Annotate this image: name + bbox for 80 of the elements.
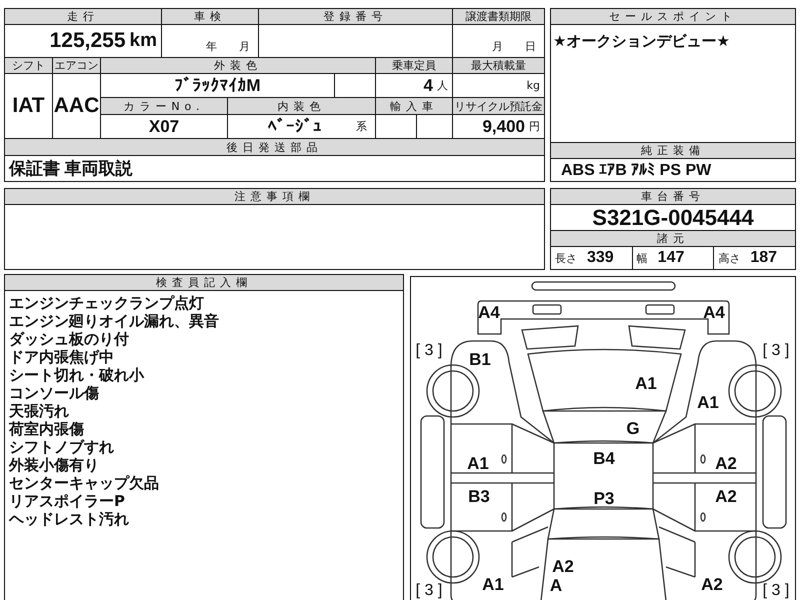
- column-header: 譲渡書類期限: [453, 9, 544, 24]
- table-cell: X07: [101, 115, 227, 138]
- section-header: セールスポイント: [551, 9, 795, 25]
- damage-code: A1: [467, 454, 489, 473]
- column-header: シフト: [5, 58, 52, 73]
- mileage-value: 125,255: [50, 29, 126, 53]
- damage-code: A2: [552, 557, 574, 576]
- unit-label: km: [130, 30, 157, 52]
- inspector-note: 外装小傷有り: [9, 456, 100, 474]
- unit-label: 円: [529, 119, 540, 134]
- inspector-note: シート切れ・破れ小: [9, 366, 146, 384]
- table-cell: IAT: [5, 74, 52, 138]
- interior-color-value: ﾍﾞｰｼﾞｭ: [268, 116, 322, 136]
- recycling-fee-value: 9,400: [482, 116, 525, 136]
- damage-code: B1: [469, 350, 491, 369]
- damage-code: A2: [701, 575, 723, 594]
- section-header: 車台番号: [551, 189, 795, 205]
- column-header: 登録番号: [259, 9, 452, 24]
- spec-label: 高さ: [718, 250, 740, 266]
- column-header: 車検: [162, 9, 258, 24]
- damage-code: A: [550, 576, 562, 595]
- damage-code: B4: [593, 449, 615, 468]
- tire-grade: [ 3 ]: [416, 582, 442, 599]
- table-cell: ﾌﾞﾗｯｸﾏｲｶM: [101, 74, 334, 97]
- capacity-value: 4: [424, 76, 433, 96]
- inspector-note: エンジンチェックランプ点灯: [9, 294, 205, 312]
- damage-code: B3: [468, 487, 490, 506]
- tire-grade: [ 3 ]: [762, 342, 790, 359]
- inspector-note: センターキャップ欠品: [9, 474, 160, 492]
- column-header: リサイクル預託金: [453, 98, 544, 114]
- inspector-note: シフトノブすれ: [9, 438, 115, 456]
- column-header: 輸入車: [376, 98, 452, 114]
- inspector-note: ドア内張焦げ中: [9, 348, 115, 366]
- damage-code: G: [626, 419, 640, 438]
- column-header: 外装色: [101, 58, 375, 73]
- tire-grade: [ 3 ]: [762, 582, 790, 599]
- inspector-note: エンジン廻りオイル漏れ、異音: [9, 312, 220, 330]
- spec-value: 187: [750, 249, 778, 267]
- spec-value: 339: [587, 249, 614, 267]
- column-header: 最大積載量: [453, 58, 544, 73]
- unit-label: 系: [356, 119, 367, 134]
- section-header: 検査員記入欄: [5, 275, 403, 291]
- inspector-note: 荷室内張傷: [9, 420, 85, 438]
- inspector-note: 天張汚れ: [9, 402, 70, 420]
- damage-code: A2: [715, 454, 737, 473]
- inspector-note: リアスポイラーP: [9, 492, 126, 510]
- tire-grade: [ 3 ]: [416, 342, 442, 359]
- damage-code: A1: [635, 374, 657, 393]
- unit-label: 月: [492, 39, 503, 54]
- damage-code: A4: [478, 303, 500, 322]
- unit-label: 人: [437, 78, 448, 93]
- equipment-list: ABS ｴｱB ｱﾙﾐ PS PW: [551, 159, 795, 181]
- damage-code: A4: [703, 303, 725, 322]
- unit-label: 日: [525, 39, 536, 54]
- spec-value: 147: [658, 249, 684, 267]
- unit-label: 月: [239, 39, 250, 54]
- spec-label: 長さ: [555, 250, 577, 266]
- section-header: 注意事項欄: [5, 189, 544, 205]
- sales-point-text: ★オークションデビュー★: [553, 32, 730, 50]
- damage-code: A2: [715, 487, 737, 506]
- column-header: 走行: [5, 9, 161, 24]
- inspector-note: ヘッドレスト汚れ: [9, 510, 130, 528]
- spec-label: 幅: [636, 250, 648, 266]
- section-header: 諸元: [551, 230, 795, 247]
- column-header: 乗車定員: [376, 58, 452, 73]
- unit-label: 年: [206, 39, 217, 54]
- table-cell: AAC: [53, 74, 100, 138]
- inspector-note: コンソール傷: [9, 384, 100, 402]
- section-header: 純正装備: [551, 142, 795, 159]
- damage-code: A1: [482, 575, 504, 594]
- chassis-number: S321G-0045444: [591, 205, 755, 230]
- section-header: 後日発送部品: [5, 139, 544, 155]
- column-header: 内装色: [228, 98, 375, 114]
- unit-label: kg: [526, 79, 540, 92]
- column-header: カラーNo.: [101, 98, 227, 114]
- damage-code: A1: [697, 393, 719, 412]
- damage-code: P3: [594, 489, 614, 508]
- column-header: エアコン: [53, 58, 100, 73]
- inspector-note: ダッシュ板のり付: [9, 330, 130, 348]
- table-cell: 保証書 車両取説: [5, 156, 544, 181]
